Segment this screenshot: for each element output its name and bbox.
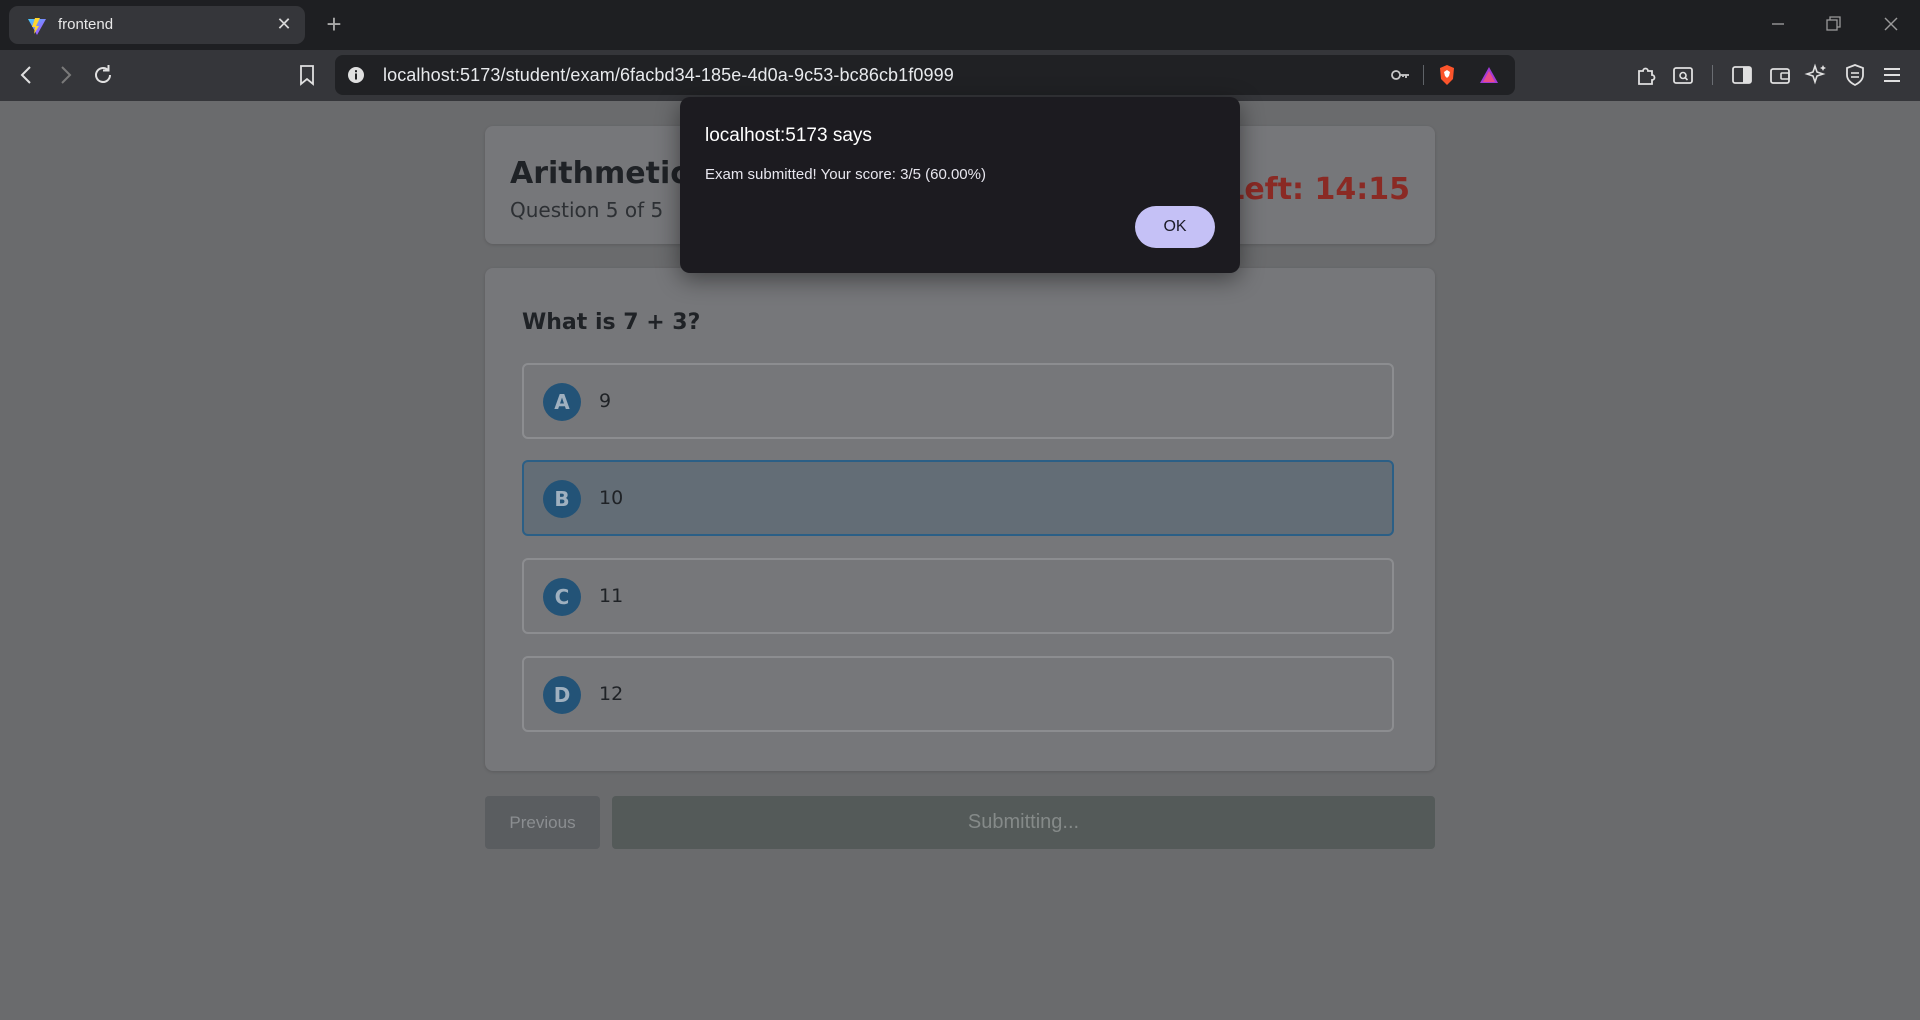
dialog-title: localhost:5173 says [705, 125, 872, 146]
site-info-icon[interactable] [347, 66, 365, 84]
wallet-icon[interactable] [1766, 61, 1794, 89]
option-letter: C [543, 578, 581, 616]
question-card: What is 7 + 3? A 9 B 10 C 11 D 12 [485, 268, 1435, 771]
option-c[interactable]: C 11 [522, 558, 1394, 634]
extensions-icon[interactable] [1632, 61, 1660, 89]
browser-toolbar: localhost:5173/student/exam/6facbd34-185… [0, 50, 1920, 126]
minimize-icon[interactable] [1766, 12, 1790, 36]
vite-logo-icon [28, 18, 46, 35]
brave-rewards-icon[interactable] [1477, 63, 1501, 87]
tab-search-icon[interactable] [1669, 61, 1697, 89]
bookmark-icon[interactable] [293, 61, 321, 89]
address-bar[interactable]: localhost:5173/student/exam/6facbd34-185… [335, 55, 1515, 95]
option-a[interactable]: A 9 [522, 363, 1394, 439]
separator [1712, 65, 1713, 85]
vpn-shield-icon[interactable] [1841, 61, 1869, 89]
forward-icon[interactable] [51, 61, 79, 89]
option-d[interactable]: D 12 [522, 656, 1394, 732]
reload-icon[interactable] [89, 61, 117, 89]
option-letter: B [543, 480, 581, 518]
option-letter: A [543, 383, 581, 421]
browser-tab[interactable]: frontend ✕ [9, 6, 305, 44]
back-icon[interactable] [13, 61, 41, 89]
alert-dialog: localhost:5173 says Exam submitted! Your… [680, 97, 1240, 273]
password-key-icon[interactable] [1388, 63, 1412, 87]
ok-button[interactable]: OK [1135, 206, 1215, 248]
option-text: 12 [599, 683, 624, 705]
option-letter: D [543, 676, 581, 714]
previous-button[interactable]: Previous [485, 796, 600, 849]
option-text: 10 [599, 487, 624, 509]
option-b[interactable]: B 10 [522, 460, 1394, 536]
menu-icon[interactable] [1878, 61, 1906, 89]
question-progress: Question 5 of 5 [510, 198, 664, 222]
new-tab-button[interactable]: + [320, 10, 348, 38]
restore-icon[interactable] [1821, 12, 1845, 36]
option-text: 11 [599, 585, 624, 607]
sidebar-icon[interactable] [1728, 61, 1756, 89]
question-text: What is 7 + 3? [522, 310, 701, 335]
tab-title: frontend [58, 16, 114, 33]
url-text[interactable]: localhost:5173/student/exam/6facbd34-185… [383, 65, 954, 86]
dialog-message: Exam submitted! Your score: 3/5 (60.00%) [705, 166, 986, 183]
separator [1423, 65, 1424, 85]
tab-close-icon[interactable]: ✕ [273, 13, 295, 35]
option-text: 9 [599, 390, 612, 412]
leo-ai-icon[interactable] [1803, 61, 1831, 89]
submit-button[interactable]: Submitting... [612, 796, 1435, 849]
tab-bar: frontend ✕ + [0, 0, 1920, 50]
brave-shields-icon[interactable] [1435, 63, 1459, 87]
close-window-icon[interactable] [1879, 12, 1903, 36]
